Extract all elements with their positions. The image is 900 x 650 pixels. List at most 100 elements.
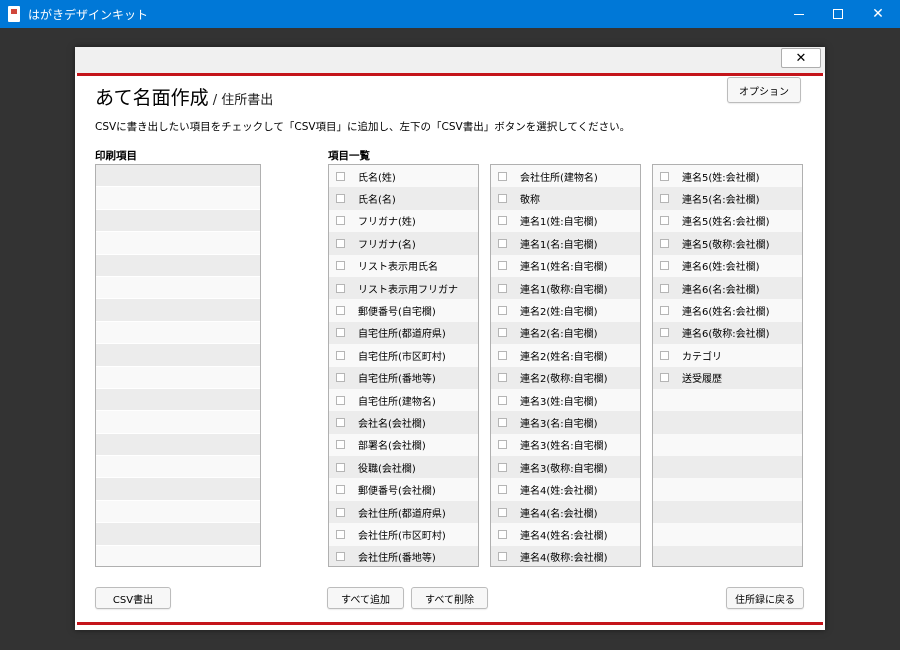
back-to-address-book-button[interactable]: 住所録に戻る	[726, 587, 804, 609]
item-row[interactable]: 連名2(名:自宅欄)	[491, 321, 640, 345]
item-checkbox[interactable]	[336, 552, 345, 562]
item-row[interactable]: 連名2(姓名:自宅欄)	[491, 344, 640, 367]
item-row[interactable]: 連名4(姓:会社欄)	[491, 478, 640, 501]
item-checkbox[interactable]	[498, 507, 507, 517]
item-row[interactable]: 連名1(名:自宅欄)	[491, 232, 640, 255]
item-row[interactable]: 連名5(敬称:会社欄)	[653, 232, 802, 255]
item-checkbox[interactable]	[498, 552, 507, 562]
item-row[interactable]: 連名4(姓名:会社欄)	[491, 523, 640, 546]
item-row[interactable]: 連名6(敬称:会社欄)	[653, 321, 802, 345]
item-checkbox[interactable]	[498, 462, 507, 472]
item-checkbox[interactable]	[498, 395, 507, 405]
item-row[interactable]: リスト表示用フリガナ	[329, 276, 478, 300]
item-row[interactable]: 連名4(敬称:会社欄)	[491, 545, 640, 566]
item-row[interactable]: 自宅住所(建物名)	[329, 388, 478, 412]
print-item-row[interactable]	[96, 545, 260, 566]
print-items-list[interactable]	[95, 164, 261, 567]
item-checkbox[interactable]	[498, 328, 507, 338]
item-checkbox[interactable]	[498, 373, 507, 383]
item-row[interactable]: 連名4(名:会社欄)	[491, 500, 640, 524]
item-checkbox[interactable]	[336, 485, 345, 495]
item-checkbox[interactable]	[336, 462, 345, 472]
item-checkbox[interactable]	[660, 216, 669, 226]
print-item-row[interactable]	[96, 433, 260, 457]
item-checkbox[interactable]	[498, 440, 507, 450]
item-row[interactable]: 連名6(姓:会社欄)	[653, 254, 802, 277]
print-item-row[interactable]	[96, 165, 260, 188]
item-row[interactable]: 連名3(名:自宅欄)	[491, 411, 640, 434]
item-list-column-2[interactable]: 会社住所(建物名) 敬称 連名1(姓:自宅欄) 連名1(名:自宅欄) 連名1(姓名:自宅…	[490, 164, 641, 567]
item-checkbox[interactable]	[498, 306, 507, 316]
item-row[interactable]: 氏名(名)	[329, 187, 478, 210]
item-row[interactable]: 敬称	[491, 187, 640, 210]
item-row[interactable]: 自宅住所(都道府県)	[329, 321, 478, 345]
item-row[interactable]: 連名2(姓:自宅欄)	[491, 299, 640, 322]
item-row[interactable]: カテゴリ	[653, 344, 802, 367]
item-row[interactable]: リスト表示用氏名	[329, 254, 478, 277]
item-checkbox[interactable]	[336, 373, 345, 383]
item-row[interactable]: 自宅住所(番地等)	[329, 366, 478, 389]
print-item-row[interactable]	[96, 366, 260, 389]
item-checkbox[interactable]	[660, 238, 669, 248]
add-all-button[interactable]: すべて追加	[327, 587, 404, 609]
item-checkbox[interactable]	[498, 417, 507, 427]
item-checkbox[interactable]	[660, 171, 669, 181]
item-checkbox[interactable]	[498, 238, 507, 248]
item-checkbox[interactable]	[336, 328, 345, 338]
item-row[interactable]: 会社住所(番地等)	[329, 545, 478, 566]
print-item-row[interactable]	[96, 500, 260, 524]
item-row[interactable]: 連名1(姓:自宅欄)	[491, 209, 640, 233]
item-checkbox[interactable]	[660, 306, 669, 316]
item-checkbox[interactable]	[336, 194, 345, 204]
item-checkbox[interactable]	[498, 485, 507, 495]
item-row[interactable]: 郵便番号(自宅欄)	[329, 299, 478, 322]
item-row[interactable]: 役職(会社欄)	[329, 456, 478, 479]
item-checkbox[interactable]	[660, 261, 669, 271]
item-checkbox[interactable]	[498, 283, 507, 293]
remove-all-button[interactable]: すべて削除	[411, 587, 488, 609]
item-checkbox[interactable]	[660, 350, 669, 360]
dialog-close-button[interactable]: ✕	[781, 48, 821, 68]
item-row[interactable]: 送受履歴	[653, 366, 802, 389]
item-checkbox[interactable]	[336, 507, 345, 517]
item-list-column-1[interactable]: 氏名(姓) 氏名(名) フリガナ(姓) フリガナ(名) リスト表示用氏名 リスト表示用フリ…	[328, 164, 479, 567]
item-checkbox[interactable]	[336, 350, 345, 360]
item-checkbox[interactable]	[660, 283, 669, 293]
print-item-row[interactable]	[96, 232, 260, 255]
print-item-row[interactable]	[96, 344, 260, 367]
item-row[interactable]: 自宅住所(市区町村)	[329, 344, 478, 367]
print-item-row[interactable]	[96, 456, 260, 479]
item-row[interactable]: 部署名(会社欄)	[329, 433, 478, 457]
print-item-row[interactable]	[96, 276, 260, 300]
item-row[interactable]: フリガナ(名)	[329, 232, 478, 255]
print-item-row[interactable]	[96, 523, 260, 546]
item-row[interactable]: 郵便番号(会社欄)	[329, 478, 478, 501]
item-row[interactable]: 連名5(姓:会社欄)	[653, 165, 802, 188]
print-item-row[interactable]	[96, 321, 260, 345]
window-close-button[interactable]: ✕	[855, 0, 900, 28]
print-item-row[interactable]	[96, 254, 260, 277]
item-row[interactable]: 連名2(敬称:自宅欄)	[491, 366, 640, 389]
item-row[interactable]: 会社住所(都道府県)	[329, 500, 478, 524]
item-checkbox[interactable]	[336, 440, 345, 450]
csv-export-button[interactable]: CSV書出	[95, 587, 171, 609]
item-row[interactable]: 氏名(姓)	[329, 165, 478, 188]
print-item-row[interactable]	[96, 299, 260, 322]
item-checkbox[interactable]	[336, 283, 345, 293]
item-checkbox[interactable]	[498, 350, 507, 360]
item-row[interactable]: 会社住所(建物名)	[491, 165, 640, 188]
item-row[interactable]: 連名5(姓名:会社欄)	[653, 209, 802, 233]
item-row[interactable]: 連名3(姓:自宅欄)	[491, 388, 640, 412]
item-checkbox[interactable]	[498, 261, 507, 271]
item-checkbox[interactable]	[336, 395, 345, 405]
item-list-column-3[interactable]: 連名5(姓:会社欄) 連名5(名:会社欄) 連名5(姓名:会社欄) 連名5(敬称:会社…	[652, 164, 803, 567]
print-item-row[interactable]	[96, 478, 260, 501]
print-item-row[interactable]	[96, 209, 260, 233]
item-row[interactable]: 連名3(敬称:自宅欄)	[491, 456, 640, 479]
item-checkbox[interactable]	[336, 306, 345, 316]
item-row[interactable]: 連名1(敬称:自宅欄)	[491, 276, 640, 300]
item-row[interactable]: 連名3(姓名:自宅欄)	[491, 433, 640, 457]
item-row[interactable]: 会社名(会社欄)	[329, 411, 478, 434]
item-row[interactable]: 会社住所(市区町村)	[329, 523, 478, 546]
item-checkbox[interactable]	[660, 194, 669, 204]
